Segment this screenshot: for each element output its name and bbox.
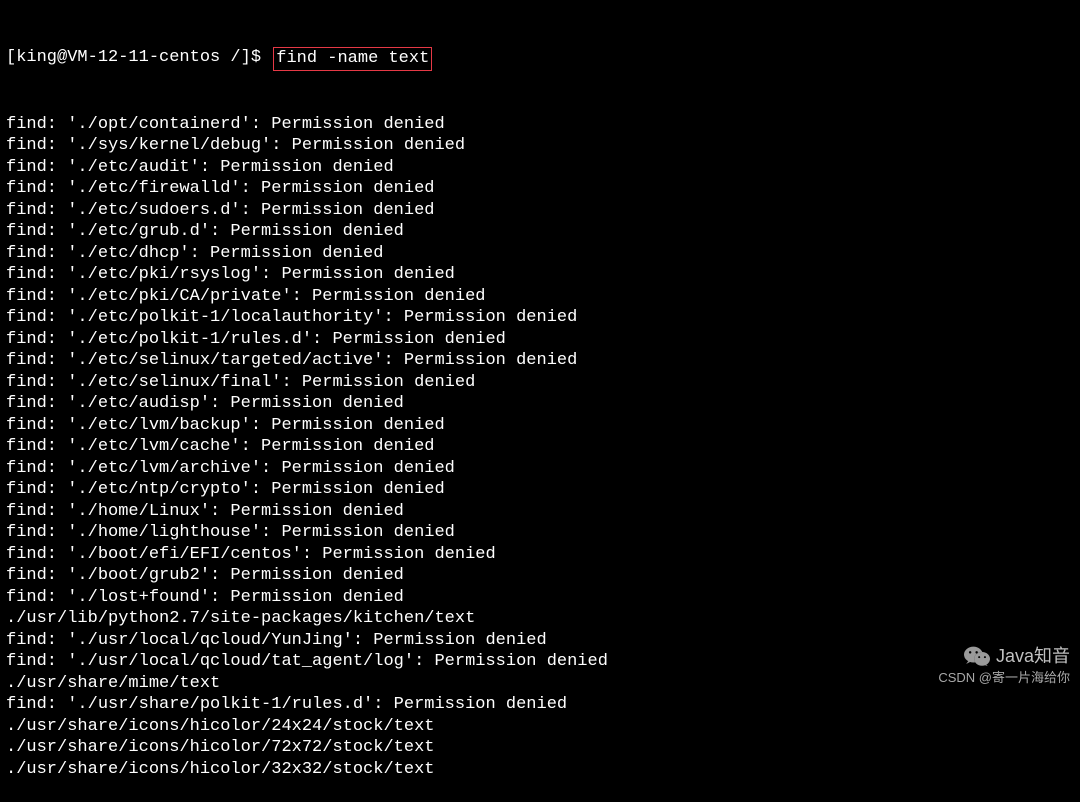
output-line: find: './etc/audit': Permission denied (6, 157, 1074, 179)
output-line: ./usr/share/mime/text (6, 673, 1074, 695)
watermark-brand-row: Java知音 (938, 645, 1070, 668)
output-line: ./usr/share/icons/hicolor/72x72/stock/te… (6, 737, 1074, 759)
output-line: ./usr/lib/python2.7/site-packages/kitche… (6, 608, 1074, 630)
output-line: find: './etc/audisp': Permission denied (6, 393, 1074, 415)
output-line: find: './usr/local/qcloud/tat_agent/log'… (6, 651, 1074, 673)
wechat-icon (964, 645, 990, 667)
output-line: find: './etc/ntp/crypto': Permission den… (6, 479, 1074, 501)
output-line: find: './etc/polkit-1/rules.d': Permissi… (6, 329, 1074, 351)
output-line: find: './etc/lvm/backup': Permission den… (6, 415, 1074, 437)
output-line: ./usr/share/icons/hicolor/24x24/stock/te… (6, 716, 1074, 738)
output-line: find: './etc/dhcp': Permission denied (6, 243, 1074, 265)
watermark-brand: Java知音 (996, 645, 1070, 668)
output-line: find: './sys/kernel/debug': Permission d… (6, 135, 1074, 157)
output-line: find: './lost+found': Permission denied (6, 587, 1074, 609)
output-lines: find: './opt/containerd': Permission den… (6, 114, 1074, 781)
output-line: find: './opt/containerd': Permission den… (6, 114, 1074, 136)
output-line: find: './home/Linux': Permission denied (6, 501, 1074, 523)
output-line: find: './etc/sudoers.d': Permission deni… (6, 200, 1074, 222)
output-line: find: './usr/share/polkit-1/rules.d': Pe… (6, 694, 1074, 716)
command-highlight: find -name text (273, 47, 432, 71)
shell-prompt: [king@VM-12-11-centos /]$ (6, 47, 271, 69)
output-line: find: './etc/selinux/targeted/active': P… (6, 350, 1074, 372)
output-line: find: './boot/efi/EFI/centos': Permissio… (6, 544, 1074, 566)
output-line: find: './etc/grub.d': Permission denied (6, 221, 1074, 243)
output-line: find: './etc/lvm/cache': Permission deni… (6, 436, 1074, 458)
prompt-line: [king@VM-12-11-centos /]$ find -name tex… (6, 47, 1074, 71)
output-line: ./usr/share/icons/hicolor/32x32/stock/te… (6, 759, 1074, 781)
output-line: find: './etc/selinux/final': Permission … (6, 372, 1074, 394)
output-line: find: './etc/firewalld': Permission deni… (6, 178, 1074, 200)
watermark: Java知音 CSDN @寄一片海给你 (938, 645, 1070, 687)
output-line: find: './etc/pki/CA/private': Permission… (6, 286, 1074, 308)
output-line: find: './usr/local/qcloud/YunJing': Perm… (6, 630, 1074, 652)
terminal-output[interactable]: [king@VM-12-11-centos /]$ find -name tex… (6, 4, 1074, 802)
output-line: find: './boot/grub2': Permission denied (6, 565, 1074, 587)
output-line: find: './etc/lvm/archive': Permission de… (6, 458, 1074, 480)
output-line: find: './etc/polkit-1/localauthority': P… (6, 307, 1074, 329)
output-line: find: './etc/pki/rsyslog': Permission de… (6, 264, 1074, 286)
output-line: find: './home/lighthouse': Permission de… (6, 522, 1074, 544)
watermark-credit: CSDN @寄一片海给你 (938, 670, 1070, 687)
